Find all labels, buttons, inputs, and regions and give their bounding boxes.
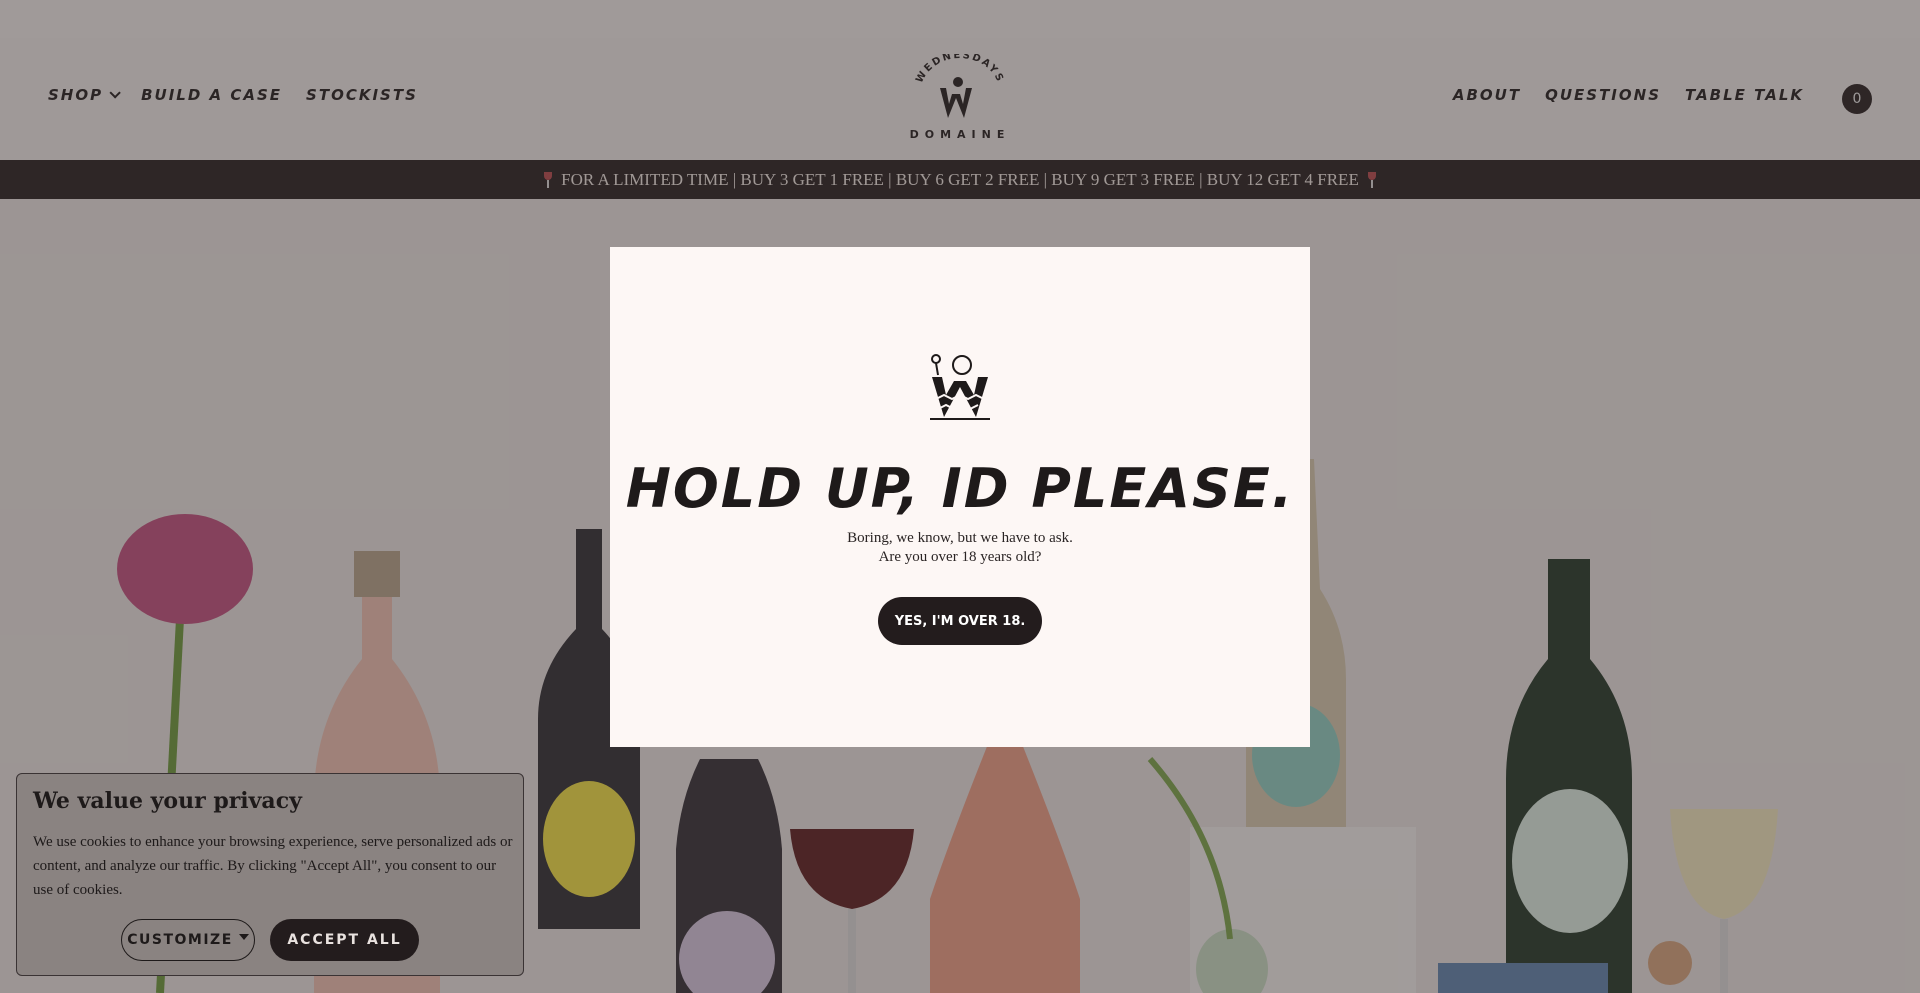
confirm-age-button[interactable]: YES, I'M OVER 18. bbox=[878, 597, 1042, 645]
accept-all-button[interactable]: ACCEPT ALL bbox=[270, 919, 419, 961]
modal-line-2: Are you over 18 years old? bbox=[878, 549, 1042, 565]
cookie-banner: We value your privacy We use cookies to … bbox=[16, 773, 524, 976]
cookie-title: We value your privacy bbox=[33, 788, 302, 814]
modal-title: HOLD UP, ID PLEASE. bbox=[625, 457, 1295, 520]
caret-down-icon bbox=[238, 934, 249, 940]
modal-line-1: Boring, we know, but we have to ask. bbox=[847, 530, 1073, 546]
customize-label: CUSTOMIZE bbox=[127, 932, 233, 948]
cookie-text: We use cookies to enhance your browsing … bbox=[33, 834, 513, 898]
customize-button[interactable]: CUSTOMIZE bbox=[121, 919, 255, 961]
modal-message: Boring, we know, but we have to ask. Are… bbox=[610, 529, 1310, 567]
modal-logo bbox=[928, 351, 992, 421]
age-gate-modal: HOLD UP, ID PLEASE. Boring, we know, but… bbox=[610, 247, 1310, 747]
